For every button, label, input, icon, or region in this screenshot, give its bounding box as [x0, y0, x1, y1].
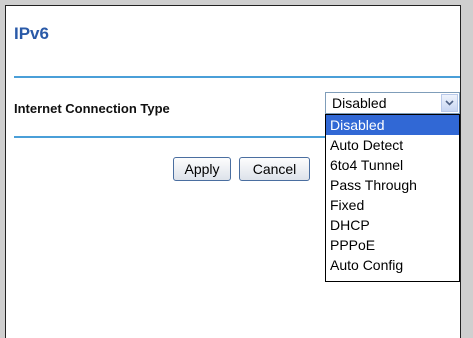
select-current-value: Disabled — [332, 95, 387, 111]
dropdown-option-auto-detect[interactable]: Auto Detect — [326, 135, 459, 155]
dropdown-option-6to4-tunnel[interactable]: 6to4 Tunnel — [326, 155, 459, 175]
dropdown-option-fixed[interactable]: Fixed — [326, 195, 459, 215]
connection-type-label: Internet Connection Type — [14, 101, 170, 116]
dropdown-option-disabled[interactable]: Disabled — [326, 115, 459, 135]
dropdown-option-dhcp[interactable]: DHCP — [326, 215, 459, 235]
dropdown-option-pppoe[interactable]: PPPoE — [326, 235, 459, 255]
page-title: IPv6 — [14, 24, 49, 43]
connection-type-dropdown: Disabled Auto Detect 6to4 Tunnel Pass Th… — [325, 114, 460, 282]
dropdown-option-pass-through[interactable]: Pass Through — [326, 175, 459, 195]
chevron-down-icon[interactable] — [441, 94, 458, 112]
cancel-button[interactable]: Cancel — [239, 157, 310, 181]
divider-top — [14, 76, 460, 78]
connection-type-select[interactable]: Disabled — [325, 92, 460, 114]
dropdown-option-auto-config[interactable]: Auto Config — [326, 255, 459, 275]
apply-button[interactable]: Apply — [173, 157, 231, 181]
